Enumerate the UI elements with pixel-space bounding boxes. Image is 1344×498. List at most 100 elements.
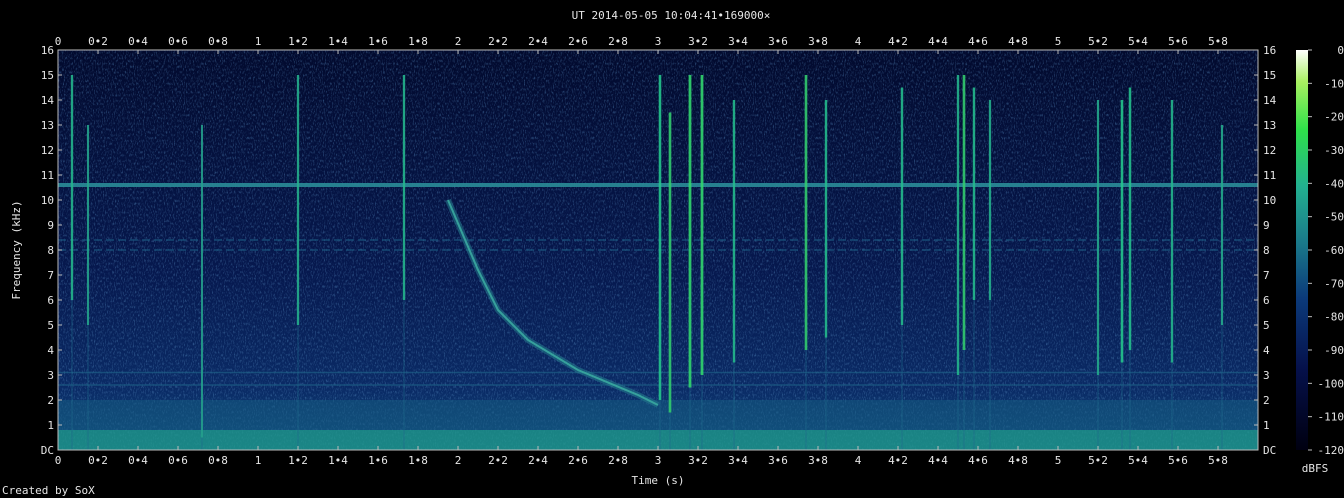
- y-tick-label-right: 15: [1263, 69, 1276, 82]
- x-tick-label-bottom: 0•2: [88, 454, 108, 467]
- x-tick-label-top: 2•6: [568, 35, 588, 48]
- x-tick-label-top: 5•8: [1208, 35, 1228, 48]
- x-tick-label-top: 3•2: [688, 35, 708, 48]
- colorbar-tick-label: -60: [1324, 244, 1344, 257]
- x-tick-label-bottom: 1•6: [368, 454, 388, 467]
- y-tick-label-right: 1: [1263, 419, 1270, 432]
- y-axis-label: Frequency (kHz): [10, 200, 23, 299]
- x-tick-label-bottom: 1•4: [328, 454, 348, 467]
- x-tick-label-top: 2: [455, 35, 462, 48]
- x-tick-label-top: 1•4: [328, 35, 348, 48]
- y-tick-label-right: DC: [1263, 444, 1276, 457]
- x-tick-label-bottom: 4•6: [968, 454, 988, 467]
- y-tick-label-left: 16: [41, 44, 54, 57]
- x-tick-label-top: 1•6: [368, 35, 388, 48]
- x-tick-label-bottom: 4•2: [888, 454, 908, 467]
- x-tick-label-top: 2•4: [528, 35, 548, 48]
- x-tick-label-top: 0•8: [208, 35, 228, 48]
- footer-credit: Created by SoX: [2, 484, 95, 497]
- x-tick-label-top: 3•8: [808, 35, 828, 48]
- x-tick-label-bottom: 2: [455, 454, 462, 467]
- colorbar-tick-label: -40: [1324, 177, 1344, 190]
- x-tick-label-top: 3•4: [728, 35, 748, 48]
- x-tick-label-bottom: 2•2: [488, 454, 508, 467]
- y-tick-label-left: 14: [41, 94, 55, 107]
- x-tick-label-top: 5•4: [1128, 35, 1148, 48]
- colorbar-tick-label: -30: [1324, 144, 1344, 157]
- x-axis-label: Time (s): [632, 474, 685, 487]
- colorbar-tick-label: -120: [1318, 444, 1344, 457]
- x-tick-label-bottom: 0: [55, 454, 62, 467]
- colorbar-ticks: 0 -10 -20 -30 -40 -50 -60 -70 -80 -90 -100 -110 -120: [1308, 44, 1344, 457]
- x-tick-label-bottom: 1•2: [288, 454, 308, 467]
- plot-area: [58, 50, 1258, 450]
- y-tick-label-right: 10: [1263, 194, 1276, 207]
- x-tick-label-bottom: 5•6: [1168, 454, 1188, 467]
- y-tick-label-left: 4: [47, 344, 54, 357]
- x-tick-label-bottom: 2•4: [528, 454, 548, 467]
- x-tick-label-top: 5•6: [1168, 35, 1188, 48]
- x-tick-label-top: 5: [1055, 35, 1062, 48]
- colorbar-tick-label: -90: [1324, 344, 1344, 357]
- colorbar-tick-label: -10: [1324, 77, 1344, 90]
- x-tick-label-bottom: 4: [855, 454, 862, 467]
- x-tick-label-bottom: 5•4: [1128, 454, 1148, 467]
- x-tick-label-bottom: 5•2: [1088, 454, 1108, 467]
- y-tick-label-left: 3: [47, 369, 54, 382]
- x-tick-label-top: 4: [855, 35, 862, 48]
- x-tick-label-bottom: 4•4: [928, 454, 948, 467]
- x-tick-label-top: 4•8: [1008, 35, 1028, 48]
- chart-title: UT 2014-05-05 10:04:41•169000×: [572, 9, 771, 22]
- y-tick-label-right: 11: [1263, 169, 1276, 182]
- y-tick-label-right: 3: [1263, 369, 1270, 382]
- x-tick-label-top: 3: [655, 35, 662, 48]
- y-tick-label-right: 16: [1263, 44, 1276, 57]
- x-tick-label-top: 2•2: [488, 35, 508, 48]
- colorbar-tick-label: -70: [1324, 277, 1344, 290]
- x-tick-label-top: 4•4: [928, 35, 948, 48]
- colorbar-tick-label: -20: [1324, 111, 1344, 124]
- x-tick-label-top: 2•8: [608, 35, 628, 48]
- x-tick-label-bottom: 5•8: [1208, 454, 1228, 467]
- y-tick-label-right: 2: [1263, 394, 1270, 407]
- x-tick-label-bottom: 5: [1055, 454, 1062, 467]
- y-tick-label-left: 11: [41, 169, 54, 182]
- y-tick-label-left: 6: [47, 294, 54, 307]
- colorbar-gradient: [1296, 50, 1308, 450]
- x-tick-label-top: 0•6: [168, 35, 188, 48]
- y-tick-label-right: 14: [1263, 94, 1277, 107]
- x-tick-label-bottom: 3•2: [688, 454, 708, 467]
- x-tick-label-bottom: 3•6: [768, 454, 788, 467]
- y-tick-label-left: DC: [41, 444, 54, 457]
- y-tick-label-right: 6: [1263, 294, 1270, 307]
- y-tick-label-left: 13: [41, 119, 54, 132]
- y-tick-label-left: 9: [47, 219, 54, 232]
- colorbar-label: dBFS: [1302, 462, 1329, 475]
- x-tick-label-top: 5•2: [1088, 35, 1108, 48]
- x-tick-label-bottom: 3: [655, 454, 662, 467]
- x-tick-label-top: 3•6: [768, 35, 788, 48]
- y-tick-label-right: 12: [1263, 144, 1276, 157]
- spectrogram-chart: UT 2014-05-05 10:04:41•169000× 0 0•2 0•4 0•…: [2, 9, 1344, 497]
- x-tick-label-top: 0: [55, 35, 62, 48]
- x-tick-label-bottom: 0•4: [128, 454, 148, 467]
- x-tick-label-bottom: 2•8: [608, 454, 628, 467]
- y-tick-label-left: 5: [47, 319, 54, 332]
- y-tick-label-right: 7: [1263, 269, 1270, 282]
- y-tick-label-right: 9: [1263, 219, 1270, 232]
- x-tick-label-top: 0•4: [128, 35, 148, 48]
- colorbar: 0 -10 -20 -30 -40 -50 -60 -70 -80 -90 -100 -110 -120…: [1296, 44, 1344, 475]
- x-tick-label-bottom: 0•6: [168, 454, 188, 467]
- x-tick-label-top: 0•2: [88, 35, 108, 48]
- colorbar-tick-label: -100: [1318, 377, 1344, 390]
- x-tick-label-bottom: 0•8: [208, 454, 228, 467]
- x-tick-label-bottom: 1•8: [408, 454, 428, 467]
- colorbar-tick-label: -80: [1324, 311, 1344, 324]
- x-tick-label-top: 1•8: [408, 35, 428, 48]
- x-tick-label-top: 4•6: [968, 35, 988, 48]
- colorbar-tick-label: 0: [1337, 44, 1344, 57]
- x-tick-label-bottom: 3•8: [808, 454, 828, 467]
- y-tick-label-left: 10: [41, 194, 54, 207]
- y-tick-label-right: 4: [1263, 344, 1270, 357]
- colorbar-tick-label: -110: [1318, 411, 1344, 424]
